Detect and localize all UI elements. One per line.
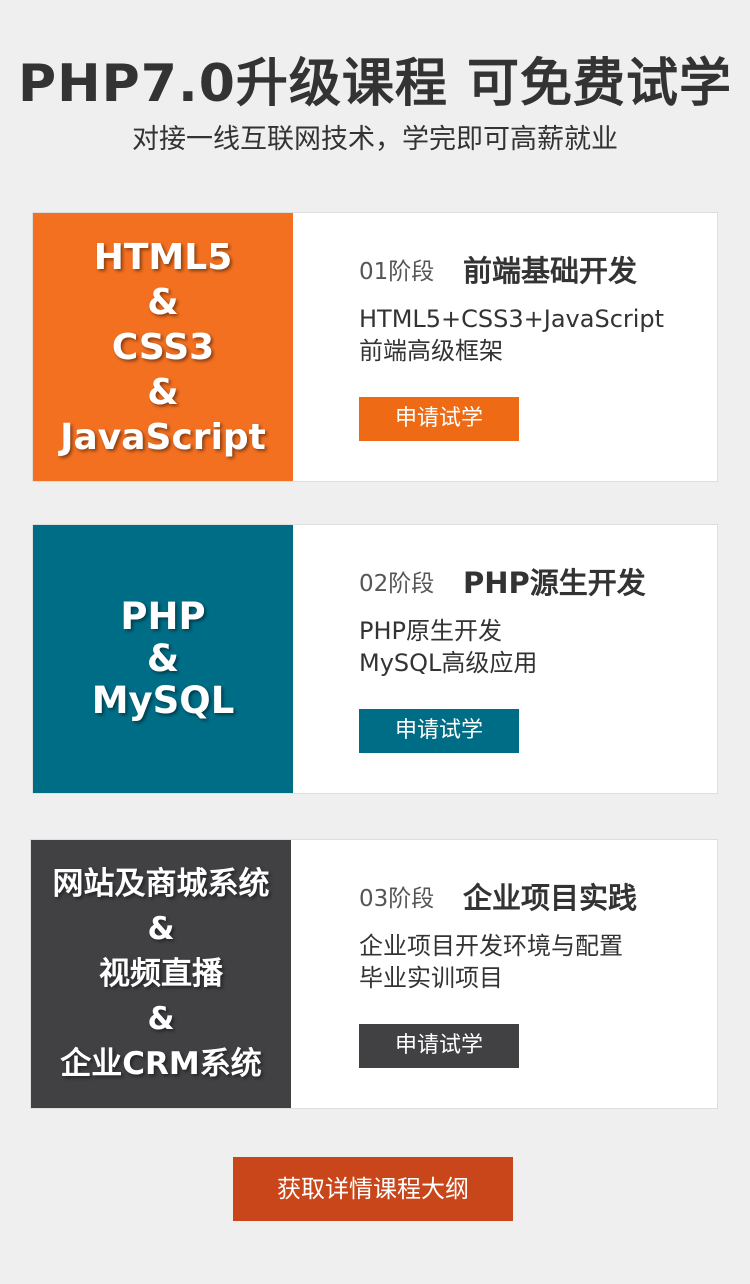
stage-heading: 01阶段 前端基础开发 xyxy=(359,249,707,289)
panel-line: 网站及商城系统 xyxy=(52,865,270,902)
desc-line: 企业项目开发环境与配置 xyxy=(359,932,623,960)
stage-1-info: 01阶段 前端基础开发 HTML5+CSS3+JavaScript 前端高级框架 xyxy=(359,249,707,367)
page-title: PHP7.0升级课程 可免费试学 xyxy=(18,54,732,114)
stage-3-info: 03阶段 企业项目实践 企业项目开发环境与配置 毕业实训项目 xyxy=(359,876,707,994)
page-subtitle: 对接一线互联网技术，学完即可高薪就业 xyxy=(132,124,618,155)
stage-title: 企业项目实践 xyxy=(463,881,638,915)
apply-trial-button-stage-3[interactable]: 申请试学 xyxy=(359,1024,519,1068)
desc-line: MySQL高级应用 xyxy=(359,649,538,677)
stage-label: 01阶段 xyxy=(359,259,435,285)
desc-line: 前端高级框架 xyxy=(359,337,503,365)
stage-heading: 03阶段 企业项目实践 xyxy=(359,876,707,916)
panel-line: 企业CRM系统 xyxy=(60,1045,262,1082)
get-course-outline-button[interactable]: 获取详情课程大纲 xyxy=(233,1157,513,1221)
desc-line: 毕业实训项目 xyxy=(359,964,503,992)
panel-line: & xyxy=(147,371,179,413)
panel-line: 视频直播 xyxy=(99,955,223,992)
panel-line: CSS3 xyxy=(111,326,215,368)
panel-line: HTML5 xyxy=(93,236,233,278)
stage-2-info: 02阶段 PHP源生开发 PHP原生开发 MySQL高级应用 xyxy=(359,561,707,679)
stage-label: 03阶段 xyxy=(359,886,435,912)
stage-heading: 02阶段 PHP源生开发 xyxy=(359,561,707,601)
desc-line: HTML5+CSS3+JavaScript xyxy=(359,305,665,333)
stage-card-2: PHP & MySQL 02阶段 PHP源生开发 PHP原生开发 MySQL高级… xyxy=(32,524,718,794)
stage-description: HTML5+CSS3+JavaScript 前端高级框架 xyxy=(359,303,707,367)
stage-3-tech-panel: 网站及商城系统 & 视频直播 & 企业CRM系统 xyxy=(31,840,291,1108)
stage-description: PHP原生开发 MySQL高级应用 xyxy=(359,615,707,679)
panel-line: PHP xyxy=(120,595,206,638)
panel-line: MySQL xyxy=(91,679,235,722)
desc-line: PHP原生开发 xyxy=(359,617,502,645)
page-header: PHP7.0升级课程 可免费试学 对接一线互联网技术，学完即可高薪就业 xyxy=(0,48,750,160)
panel-line: & xyxy=(147,1000,175,1037)
stage-card-3: 网站及商城系统 & 视频直播 & 企业CRM系统 03阶段 企业项目实践 企业项… xyxy=(30,839,718,1109)
stage-description: 企业项目开发环境与配置 毕业实训项目 xyxy=(359,930,707,994)
stage-title: 前端基础开发 xyxy=(463,254,638,288)
apply-trial-button-stage-1[interactable]: 申请试学 xyxy=(359,397,519,441)
panel-line: & xyxy=(147,281,179,323)
apply-trial-button-stage-2[interactable]: 申请试学 xyxy=(359,709,519,753)
stage-title: PHP源生开发 xyxy=(463,566,646,600)
panel-line: JavaScript xyxy=(60,416,266,458)
stage-2-tech-panel: PHP & MySQL xyxy=(33,525,293,793)
stage-1-tech-panel: HTML5 & CSS3 & JavaScript xyxy=(33,213,293,481)
stage-label: 02阶段 xyxy=(359,571,435,597)
stage-card-1: HTML5 & CSS3 & JavaScript 01阶段 前端基础开发 HT… xyxy=(32,212,718,482)
panel-line: & xyxy=(146,637,180,680)
panel-line: & xyxy=(147,910,175,947)
